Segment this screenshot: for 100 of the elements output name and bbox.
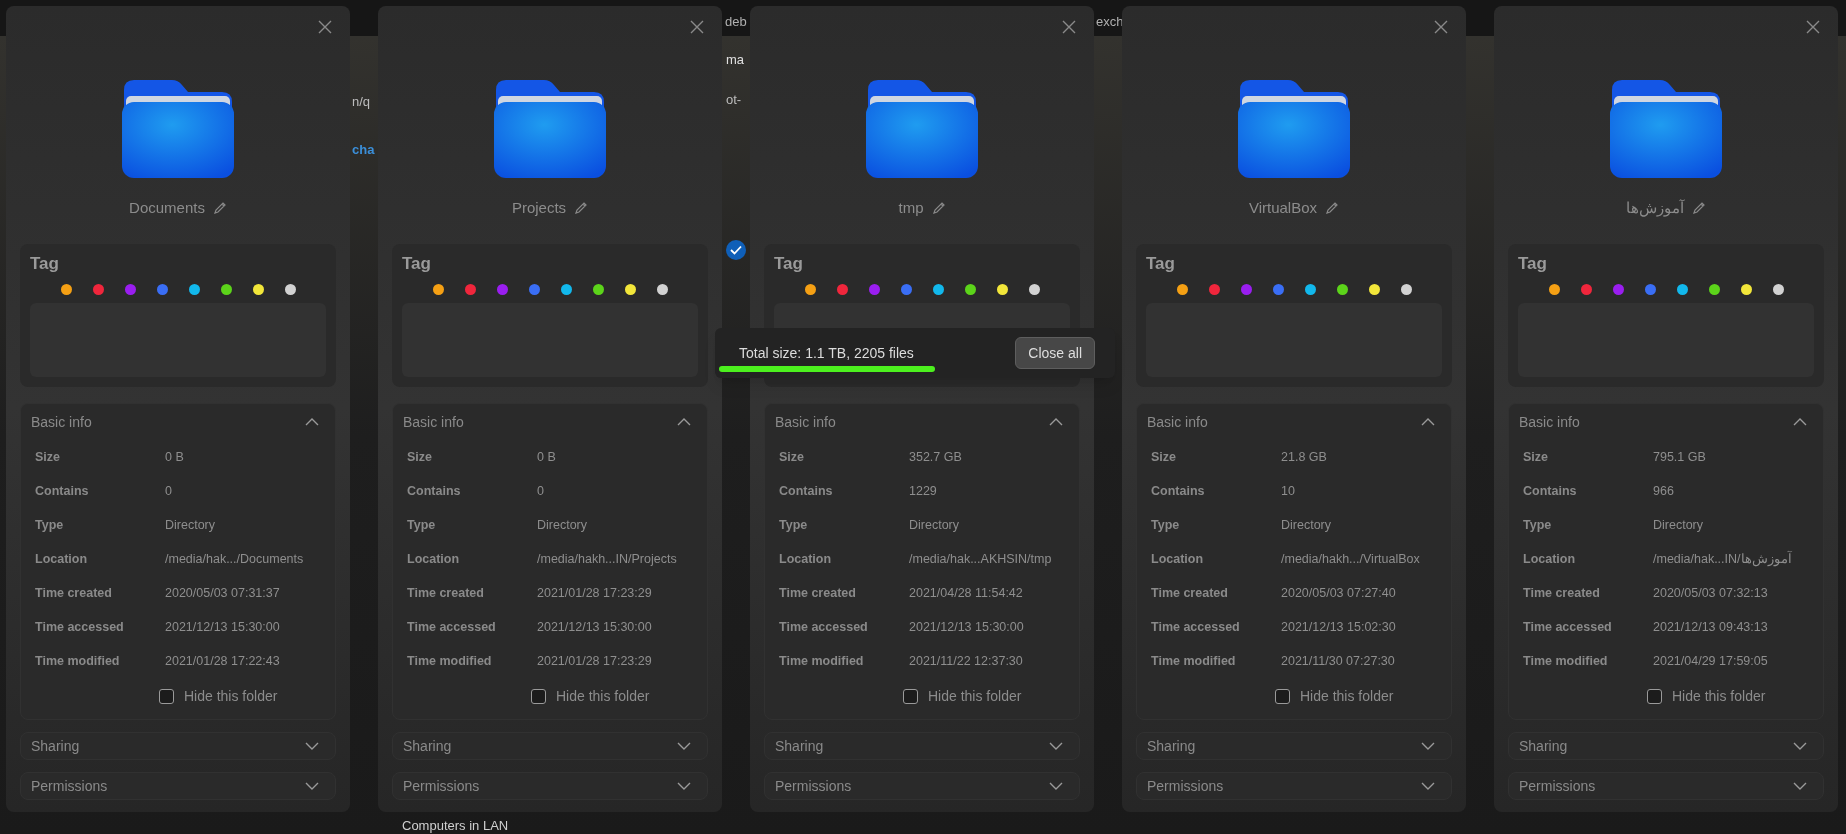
folder-icon [494,80,606,178]
property-value: 2020/05/03 07:32:13 [1653,585,1769,602]
section-header[interactable]: Sharing [392,732,708,760]
folder-name: Documents [129,197,205,218]
check-circle-icon [726,240,746,260]
hide-folder-checkbox[interactable] [903,689,918,704]
chevron-down-icon [1793,782,1807,790]
section-header[interactable]: Permissions [764,772,1080,800]
background-text: Computers in LAN [402,817,509,834]
tag-heading: Tag [402,253,432,275]
folder-name: VirtualBox [1248,197,1318,218]
basic-info-header[interactable]: Basic info [775,408,1069,436]
pencil-icon[interactable] [212,201,227,215]
property-label: Time accessed [1523,619,1613,636]
property-label: Time accessed [35,619,125,636]
chevron-down-icon [1793,742,1807,750]
property-label: Type [1523,517,1553,534]
property-value: 0 [165,483,173,500]
property-label: Contains [35,483,90,500]
property-value: 2021/01/28 17:22:43 [165,653,281,670]
property-value: 1229 [909,483,938,500]
tag-heading: Tag [1518,253,1548,275]
property-label: Location [407,551,461,568]
pencil-icon[interactable] [574,201,589,215]
close-icon[interactable] [1062,20,1076,34]
property-label: Time accessed [1151,619,1241,636]
property-label: Size [1151,449,1177,466]
property-label: Time created [779,585,857,602]
background-text: deb [725,13,747,31]
basic-info-header[interactable]: Basic info [31,408,325,436]
property-value: Directory [537,517,588,534]
chevron-up-icon [1793,418,1807,426]
basic-info-header[interactable]: Basic info [403,408,697,436]
background-text: ma [726,51,745,69]
property-label: Size [779,449,805,466]
background-text: cha [352,141,375,159]
property-value: 0 [537,483,545,500]
section-header[interactable]: Permissions [392,772,708,800]
section-header[interactable]: Permissions [1136,772,1452,800]
close-icon[interactable] [690,20,704,34]
property-label: Type [35,517,65,534]
folder-name: Projects [511,197,567,218]
basic-info-header[interactable]: Basic info [1519,408,1813,436]
property-label: Time created [35,585,113,602]
property-value: Directory [909,517,960,534]
property-label: Type [779,517,809,534]
section-header[interactable]: Sharing [20,732,336,760]
property-label: Time modified [1151,653,1237,670]
close-icon[interactable] [1806,20,1820,34]
property-value: 2020/05/03 07:27:40 [1281,585,1397,602]
property-label: Time created [1523,585,1601,602]
property-value: 2021/12/13 15:02:30 [1281,619,1397,636]
pencil-icon[interactable] [1325,201,1340,215]
property-value: 0 B [165,449,185,466]
tag-heading: Tag [774,253,804,275]
property-label: Time modified [1523,653,1609,670]
property-value: 0 B [537,449,557,466]
section-header[interactable]: Sharing [764,732,1080,760]
hide-folder-checkbox[interactable] [1647,689,1662,704]
section-header[interactable]: Permissions [1508,772,1824,800]
property-label: Location [35,551,89,568]
property-value: 2021/11/22 12:37:30 [909,653,1024,670]
section-header[interactable]: Sharing [1508,732,1824,760]
property-value: Directory [165,517,216,534]
property-label: Location [1523,551,1577,568]
hide-folder-checkbox[interactable] [1275,689,1290,704]
property-label: Size [35,449,61,466]
property-label: Type [1151,517,1181,534]
property-value: /media/hak...AKHSIN/tmp [909,551,1053,568]
tag-heading: Tag [1146,253,1176,275]
property-label: Size [407,449,433,466]
close-icon[interactable] [318,20,332,34]
pencil-icon[interactable] [931,201,946,215]
property-value: Directory [1653,517,1704,534]
section-header[interactable]: Permissions [20,772,336,800]
close-all-button[interactable]: Close all [1015,337,1095,369]
property-label: Time created [1151,585,1229,602]
section-header[interactable]: Sharing [1136,732,1452,760]
chevron-down-icon [305,742,319,750]
chevron-down-icon [677,742,691,750]
basic-info-header[interactable]: Basic info [1147,408,1441,436]
folder-icon [1238,80,1350,178]
background-text: n/q [352,93,371,111]
property-value: 795.1 GB [1653,449,1707,466]
property-value: 10 [1281,483,1296,500]
chevron-down-icon [1049,742,1063,750]
property-value: /media/hakh...IN/Projects [537,551,678,568]
property-label: Contains [779,483,834,500]
tag-heading: Tag [30,253,60,275]
chevron-up-icon [677,418,691,426]
folder-name: آموزش‌ها [1626,197,1684,219]
property-label: Time modified [407,653,493,670]
property-label: Time accessed [407,619,497,636]
close-icon[interactable] [1434,20,1448,34]
hide-folder-checkbox[interactable] [531,689,546,704]
pencil-icon[interactable] [1692,201,1706,215]
property-label: Time created [407,585,485,602]
property-value: 2021/01/28 17:23:29 [537,585,653,602]
hide-folder-checkbox[interactable] [159,689,174,704]
chevron-up-icon [305,418,319,426]
